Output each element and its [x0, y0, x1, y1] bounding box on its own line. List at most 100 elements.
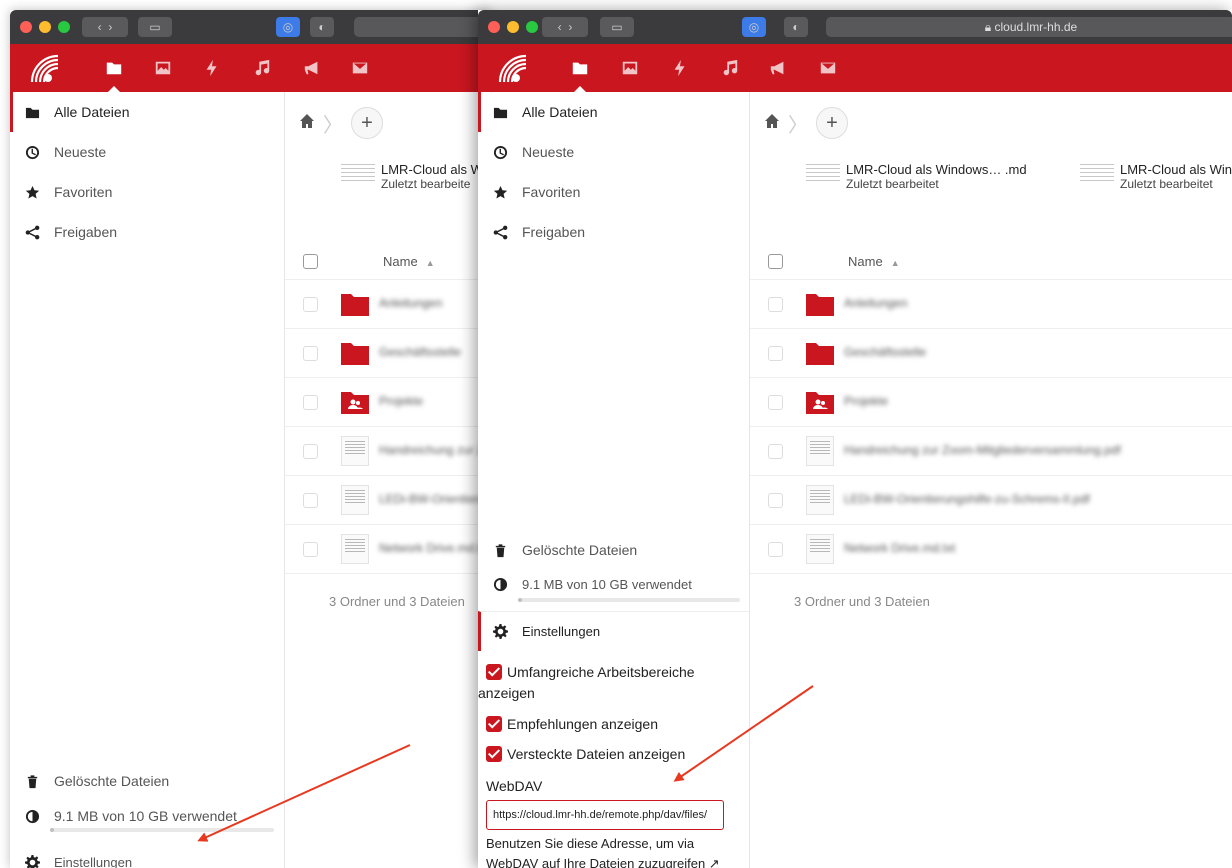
document-thumbnail-icon	[341, 164, 375, 190]
file-name[interactable]: Network Drive.md.txt	[379, 541, 490, 555]
announcements-icon[interactable]	[302, 58, 322, 78]
file-name[interactable]: LEDi-BW-Orientierungshilfe-zu-Schrems-II…	[844, 492, 1090, 506]
file-name[interactable]: Geschäftsstelle	[844, 345, 926, 359]
table-row[interactable]: LEDi-BW-Orientierungshilfe-zu-Schrems-II…	[750, 476, 1232, 525]
sidebar-item-recent[interactable]: Neueste	[10, 132, 284, 172]
music-icon[interactable]	[720, 58, 740, 78]
file-name[interactable]: Projekte	[379, 394, 423, 408]
select-all-checkbox[interactable]	[303, 254, 318, 269]
new-file-button[interactable]: +	[351, 107, 383, 139]
minimize-window-button[interactable]	[507, 21, 519, 33]
webdav-help-link[interactable]: WebDAV auf Ihre Dateien zuzugreifen ↗	[486, 856, 720, 868]
row-checkbox[interactable]	[768, 444, 783, 459]
table-row[interactable]: Handreichung zur Zoom-Mitgliederversamml…	[285, 427, 490, 476]
checkbox-checked[interactable]	[486, 746, 502, 762]
file-name[interactable]: Projekte	[844, 394, 888, 408]
photos-icon[interactable]	[153, 58, 173, 78]
home-icon[interactable]	[299, 113, 315, 134]
back-forward-buttons[interactable]: ‹ ›	[542, 17, 588, 37]
sidebar-item-label: Freigaben	[522, 224, 586, 240]
sidebar-item-shares[interactable]: Freigaben	[478, 212, 749, 252]
zoom-window-button[interactable]	[526, 21, 538, 33]
sidebar-item-settings[interactable]: Einstellungen	[478, 611, 749, 651]
table-row[interactable]: Geschäftsstelle	[750, 329, 1232, 378]
shared-folder-icon	[806, 392, 834, 414]
option-hidden-files[interactable]: Versteckte Dateien anzeigen	[486, 744, 685, 765]
announcements-icon[interactable]	[768, 58, 788, 78]
titlebar: ‹ › ▭ ◎ ◐	[10, 10, 490, 44]
option-rich-workspaces[interactable]: Umfangreiche Arbeitsbereiche anzeigen	[478, 662, 695, 704]
file-name[interactable]: Geschäftsstelle	[379, 345, 461, 359]
table-row[interactable]: Geschäftsstelle	[285, 329, 490, 378]
files-icon[interactable]	[570, 58, 590, 78]
recent-file-card[interactable]: LMR-Cloud als Win Zuletzt bearbeitet	[1080, 162, 1232, 191]
name-column-header[interactable]: Name ▲	[383, 254, 435, 269]
table-row[interactable]: Handreichung zur Zoom-Mitgliederversamml…	[750, 427, 1232, 476]
zoom-window-button[interactable]	[58, 21, 70, 33]
mail-icon[interactable]	[818, 58, 838, 78]
sidebar-toggle-button[interactable]: ▭	[600, 17, 634, 37]
sidebar-item-favorites[interactable]: Favoriten	[10, 172, 284, 212]
password-extension-icon[interactable]: ◎	[276, 17, 300, 37]
sidebar-item-recent[interactable]: Neueste	[478, 132, 749, 172]
close-window-button[interactable]	[488, 21, 500, 33]
sidebar-item-all-files[interactable]: Alle Dateien	[478, 92, 749, 132]
table-row[interactable]: Network Drive.md.txt	[285, 525, 490, 574]
home-icon[interactable]	[764, 113, 780, 134]
row-checkbox[interactable]	[768, 493, 783, 508]
name-column-header[interactable]: Name ▲	[848, 254, 900, 269]
photos-icon[interactable]	[620, 58, 640, 78]
mail-icon[interactable]	[350, 58, 370, 78]
option-recommendations[interactable]: Empfehlungen anzeigen	[486, 714, 658, 735]
music-icon[interactable]	[252, 58, 272, 78]
password-extension-icon[interactable]: ◎	[742, 17, 766, 37]
table-row[interactable]: Projekte	[750, 378, 1232, 427]
row-checkbox[interactable]	[303, 395, 318, 410]
file-name[interactable]: Anleitungen	[379, 296, 442, 310]
shield-extension-icon[interactable]: ◐	[310, 17, 334, 37]
sidebar-toggle-button[interactable]: ▭	[138, 17, 172, 37]
file-name[interactable]: LEDi-BW-Orientierungshilfe-zu-Schrems-II…	[379, 492, 490, 506]
files-icon[interactable]	[104, 58, 124, 78]
sidebar-item-settings[interactable]: Einstellungen	[10, 842, 284, 868]
file-name[interactable]: Handreichung zur Zoom-Mitgliederversamml…	[379, 443, 490, 457]
sidebar-item-trash[interactable]: Gelöschte Dateien	[10, 761, 284, 801]
recent-file-card[interactable]: LMR-Cloud als W Zuletzt bearbeite	[341, 162, 483, 191]
back-forward-buttons[interactable]: ‹ ›	[82, 17, 128, 37]
close-window-button[interactable]	[20, 21, 32, 33]
row-checkbox[interactable]	[303, 346, 318, 361]
sidebar-item-all-files[interactable]: Alle Dateien	[10, 92, 284, 132]
checkbox-checked[interactable]	[486, 716, 502, 732]
address-bar[interactable]	[354, 17, 490, 37]
table-row[interactable]: Projekte	[285, 378, 490, 427]
webdav-url-input[interactable]	[486, 800, 724, 830]
row-checkbox[interactable]	[768, 297, 783, 312]
table-row[interactable]: Anleitungen	[285, 280, 490, 329]
sidebar-item-shares[interactable]: Freigaben	[10, 212, 284, 252]
row-checkbox[interactable]	[768, 395, 783, 410]
table-row[interactable]: Network Drive.md.txt	[750, 525, 1232, 574]
row-checkbox[interactable]	[303, 493, 318, 508]
row-checkbox[interactable]	[303, 542, 318, 557]
row-checkbox[interactable]	[768, 346, 783, 361]
activity-icon[interactable]	[670, 58, 690, 78]
table-row[interactable]: Anleitungen	[750, 280, 1232, 329]
sidebar-item-favorites[interactable]: Favoriten	[478, 172, 749, 212]
activity-icon[interactable]	[202, 58, 222, 78]
address-bar[interactable]: 🔒︎ cloud.lmr-hh.de	[826, 17, 1232, 37]
shield-extension-icon[interactable]: ◐	[784, 17, 808, 37]
table-row[interactable]: LEDi-BW-Orientierungshilfe-zu-Schrems-II…	[285, 476, 490, 525]
new-file-button[interactable]: +	[816, 107, 848, 139]
file-name[interactable]: Anleitungen	[844, 296, 907, 310]
file-name[interactable]: Network Drive.md.txt	[844, 541, 955, 555]
row-checkbox[interactable]	[303, 444, 318, 459]
select-all-checkbox[interactable]	[768, 254, 783, 269]
row-checkbox[interactable]	[768, 542, 783, 557]
file-name[interactable]: Handreichung zur Zoom-Mitgliederversamml…	[844, 443, 1121, 457]
lmr-logo-icon[interactable]	[28, 52, 62, 86]
row-checkbox[interactable]	[303, 297, 318, 312]
checkbox-checked[interactable]	[486, 664, 502, 680]
lmr-logo-icon[interactable]	[496, 52, 530, 86]
minimize-window-button[interactable]	[39, 21, 51, 33]
recent-file-card[interactable]: LMR-Cloud als Windows… .md Zuletzt bearb…	[806, 162, 1027, 191]
